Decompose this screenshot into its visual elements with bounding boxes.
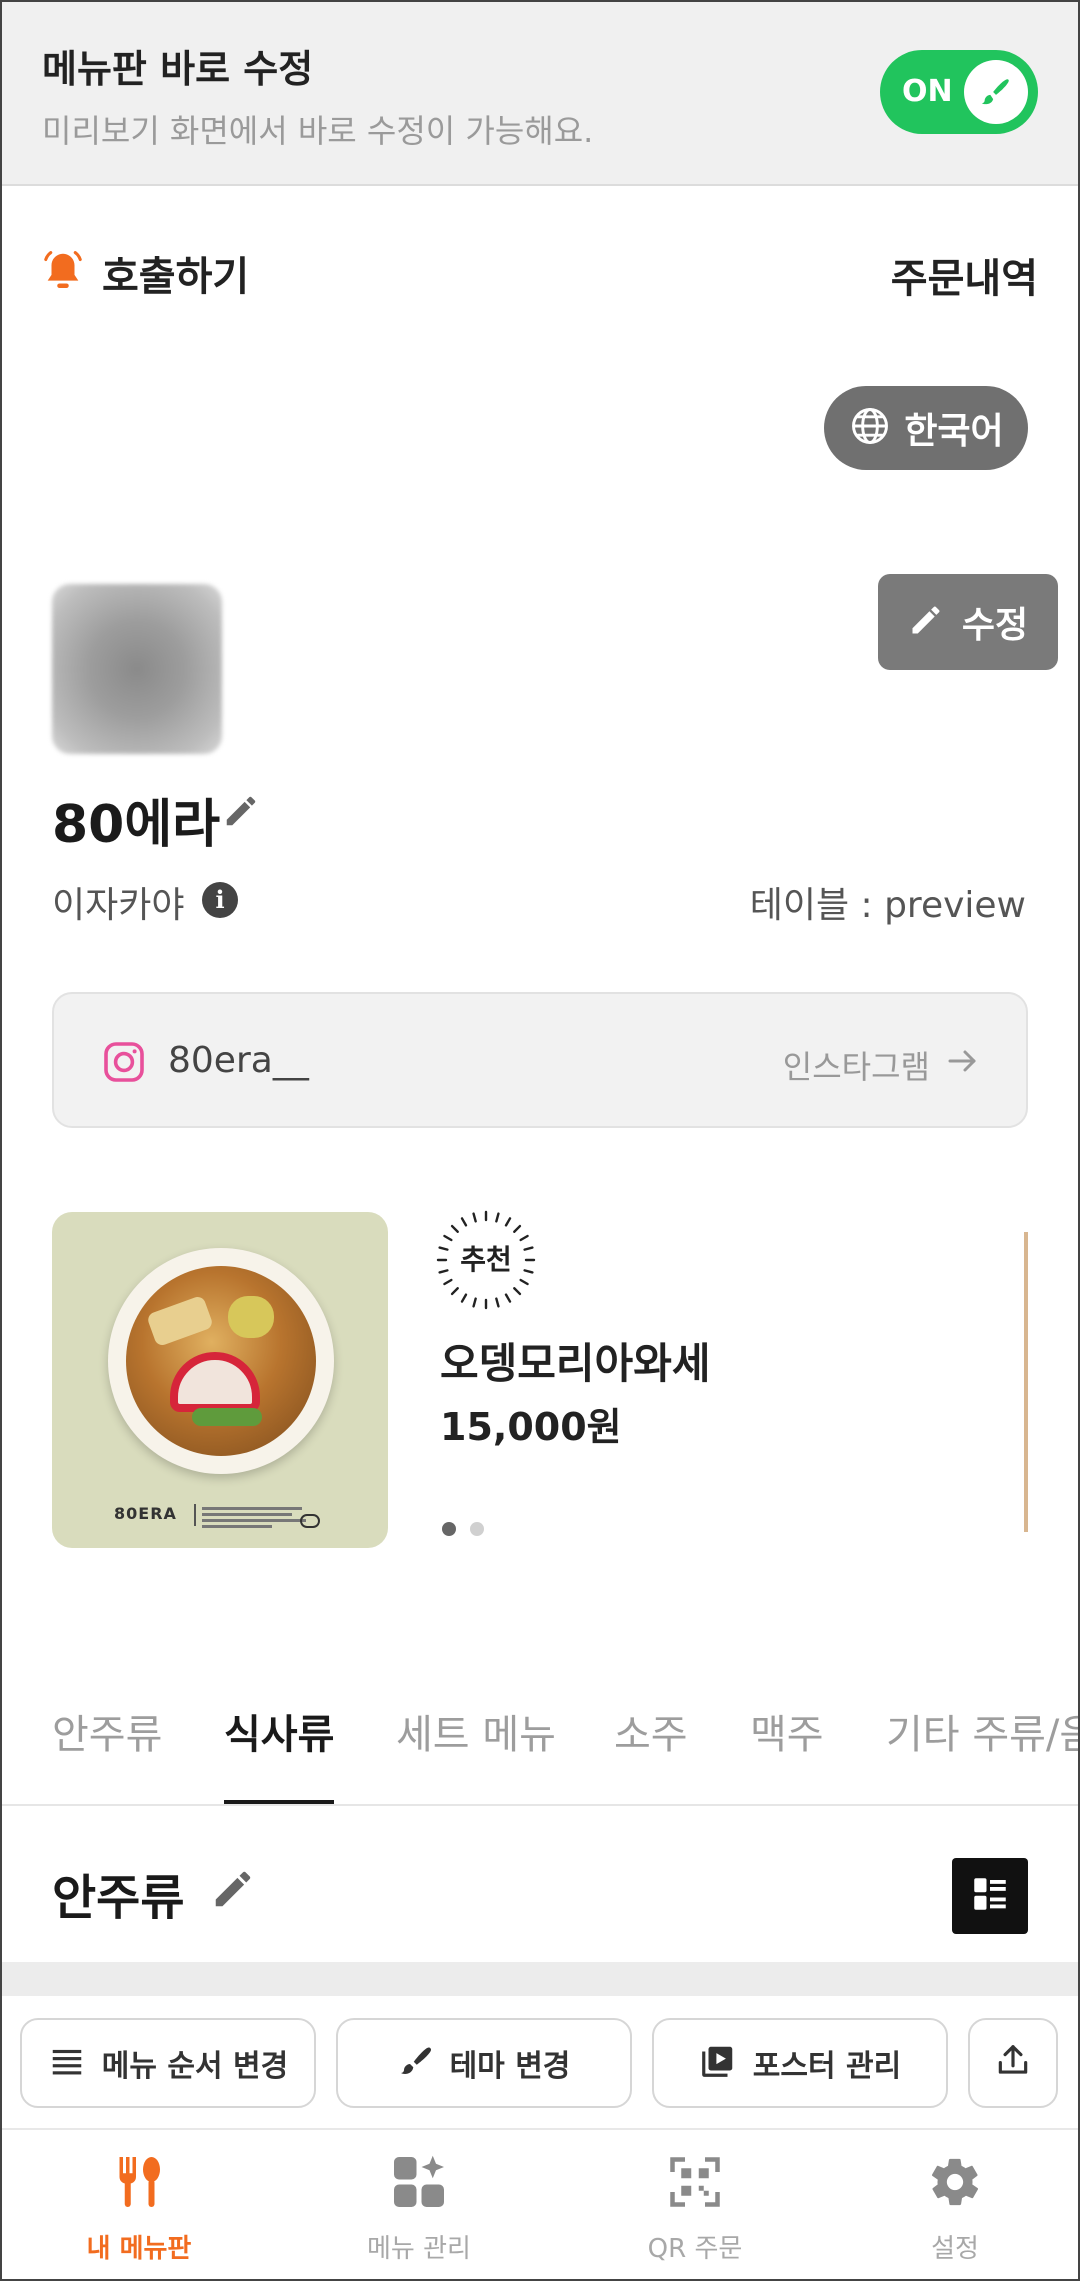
nav-settings[interactable]: 설정 xyxy=(820,2146,1080,2276)
pager-dot-active xyxy=(442,1522,456,1536)
table-label: 테이블 : preview xyxy=(749,885,1026,926)
poster-play-icon xyxy=(699,2042,737,2084)
call-staff-label: 호출하기 xyxy=(102,254,250,300)
list-layout-icon xyxy=(969,1873,1011,1919)
featured-menu-name: 오뎅모리아와세 xyxy=(440,1339,711,1388)
poster-management-button[interactable]: 포스터 관리 xyxy=(652,2018,948,2108)
instagram-handle: 80era__ xyxy=(168,1040,309,1081)
image-brand-text: 80ERA xyxy=(114,1504,177,1523)
tab-meals[interactable]: 식사류 xyxy=(224,1690,335,1804)
featured-menu-price: 15,000원 xyxy=(440,1405,622,1449)
instagram-icon xyxy=(100,1038,148,1090)
tab-label: 소주 xyxy=(614,1712,688,1758)
tab-label: 맥주 xyxy=(750,1712,824,1758)
image-eye-mark xyxy=(300,1514,320,1528)
tab-set-menu[interactable]: 세트 메뉴 xyxy=(396,1690,556,1804)
section-title: 안주류 xyxy=(52,1870,185,1926)
featured-menu-image[interactable]: 80ERA xyxy=(52,1212,388,1548)
nav-menu-management[interactable]: 메뉴 관리 xyxy=(284,2146,554,2276)
order-history-link[interactable]: 주문내역 xyxy=(891,246,1038,304)
instagram-link[interactable]: 인스타그램 xyxy=(783,1042,980,1088)
call-row: 호출하기 주문내역 xyxy=(0,188,1080,348)
nav-label: 내 메뉴판 xyxy=(86,2234,192,2264)
category-tabs: 안주류 식사류 세트 메뉴 소주 맥주 기타 주류/음료 xyxy=(0,1690,1080,1806)
brush-icon xyxy=(398,2043,434,2083)
tab-appetizers[interactable]: 안주류 xyxy=(52,1690,163,1804)
action-bar: 메뉴 순서 변경 테마 변경 포스터 관리 xyxy=(0,1996,1080,2128)
brush-icon xyxy=(964,60,1028,124)
dish-potato xyxy=(228,1296,274,1338)
poster-management-label: 포스터 관리 xyxy=(752,2049,902,2084)
nav-label: 설정 xyxy=(931,2234,979,2264)
edit-section-pencil-icon[interactable] xyxy=(210,1866,256,1916)
edit-name-pencil-icon[interactable] xyxy=(222,792,260,834)
qr-scan-icon xyxy=(560,2146,830,2218)
fork-knife-icon xyxy=(4,2146,274,2218)
nav-my-menu[interactable]: 내 메뉴판 xyxy=(4,2146,274,2276)
share-icon xyxy=(994,2042,1032,2084)
change-theme-label: 테마 변경 xyxy=(449,2049,571,2084)
store-name: 80에라 xyxy=(52,795,221,855)
store-logo xyxy=(52,584,222,754)
active-tab-underline xyxy=(224,1800,335,1804)
call-staff-button[interactable]: 호출하기 xyxy=(40,244,249,302)
nav-label: 메뉴 관리 xyxy=(367,2234,471,2264)
arrow-right-icon xyxy=(944,1043,980,1087)
dish-greens xyxy=(192,1408,262,1426)
next-card-peek xyxy=(1024,1232,1028,1532)
reorder-menu-button[interactable]: 메뉴 순서 변경 xyxy=(20,2018,316,2108)
instagram-link-label: 인스타그램 xyxy=(782,1048,930,1086)
tab-soju[interactable]: 소주 xyxy=(614,1690,688,1804)
edit-store-label: 수정 xyxy=(961,605,1029,646)
tab-label: 기타 주류/음료 xyxy=(886,1712,1080,1758)
toggle-state-label: ON xyxy=(902,74,953,109)
image-fine-print xyxy=(194,1504,314,1528)
language-button[interactable]: 한국어 xyxy=(824,386,1028,470)
layout-toggle-button[interactable] xyxy=(952,1858,1028,1934)
nav-qr-order[interactable]: QR 주문 xyxy=(560,2146,830,2276)
list-icon xyxy=(48,2042,86,2084)
bottom-navigation: 내 메뉴판 메뉴 관리 QR 주문 설정 xyxy=(0,2128,1080,2281)
tab-beer[interactable]: 맥주 xyxy=(750,1690,824,1804)
nav-label: QR 주문 xyxy=(647,2234,743,2264)
grid-sparkle-icon xyxy=(284,2146,554,2218)
pencil-icon xyxy=(908,602,944,642)
tab-label: 식사류 xyxy=(224,1712,335,1758)
pager-dot xyxy=(470,1522,484,1536)
language-label: 한국어 xyxy=(904,411,1004,452)
tab-label: 세트 메뉴 xyxy=(396,1712,556,1758)
instagram-link-card[interactable]: 80era__ 인스타그램 xyxy=(52,992,1028,1128)
direct-edit-banner: 메뉴판 바로 수정 미리보기 화면에서 바로 수정이 가능해요. ON xyxy=(0,0,1080,186)
globe-icon xyxy=(848,404,892,452)
direct-edit-subtitle: 미리보기 화면에서 바로 수정이 가능해요. xyxy=(42,112,594,150)
recommend-badge: 추천 xyxy=(436,1210,536,1310)
carousel-pager xyxy=(442,1522,498,1536)
share-button[interactable] xyxy=(968,2018,1058,2108)
info-icon[interactable]: i xyxy=(202,882,238,918)
tab-other-drinks[interactable]: 기타 주류/음료 xyxy=(886,1690,1080,1804)
direct-edit-toggle[interactable]: ON xyxy=(880,50,1038,134)
section-divider xyxy=(0,1962,1080,1996)
recommend-label: 추천 xyxy=(460,1243,512,1276)
reorder-menu-label: 메뉴 순서 변경 xyxy=(101,2049,289,2084)
tab-label: 안주류 xyxy=(52,1712,163,1758)
direct-edit-title: 메뉴판 바로 수정 xyxy=(42,47,314,91)
edit-store-button[interactable]: 수정 xyxy=(878,574,1058,670)
bell-icon xyxy=(40,248,86,298)
gear-icon xyxy=(820,2146,1080,2218)
change-theme-button[interactable]: 테마 변경 xyxy=(336,2018,632,2108)
store-category: 이자카야 xyxy=(52,885,185,926)
